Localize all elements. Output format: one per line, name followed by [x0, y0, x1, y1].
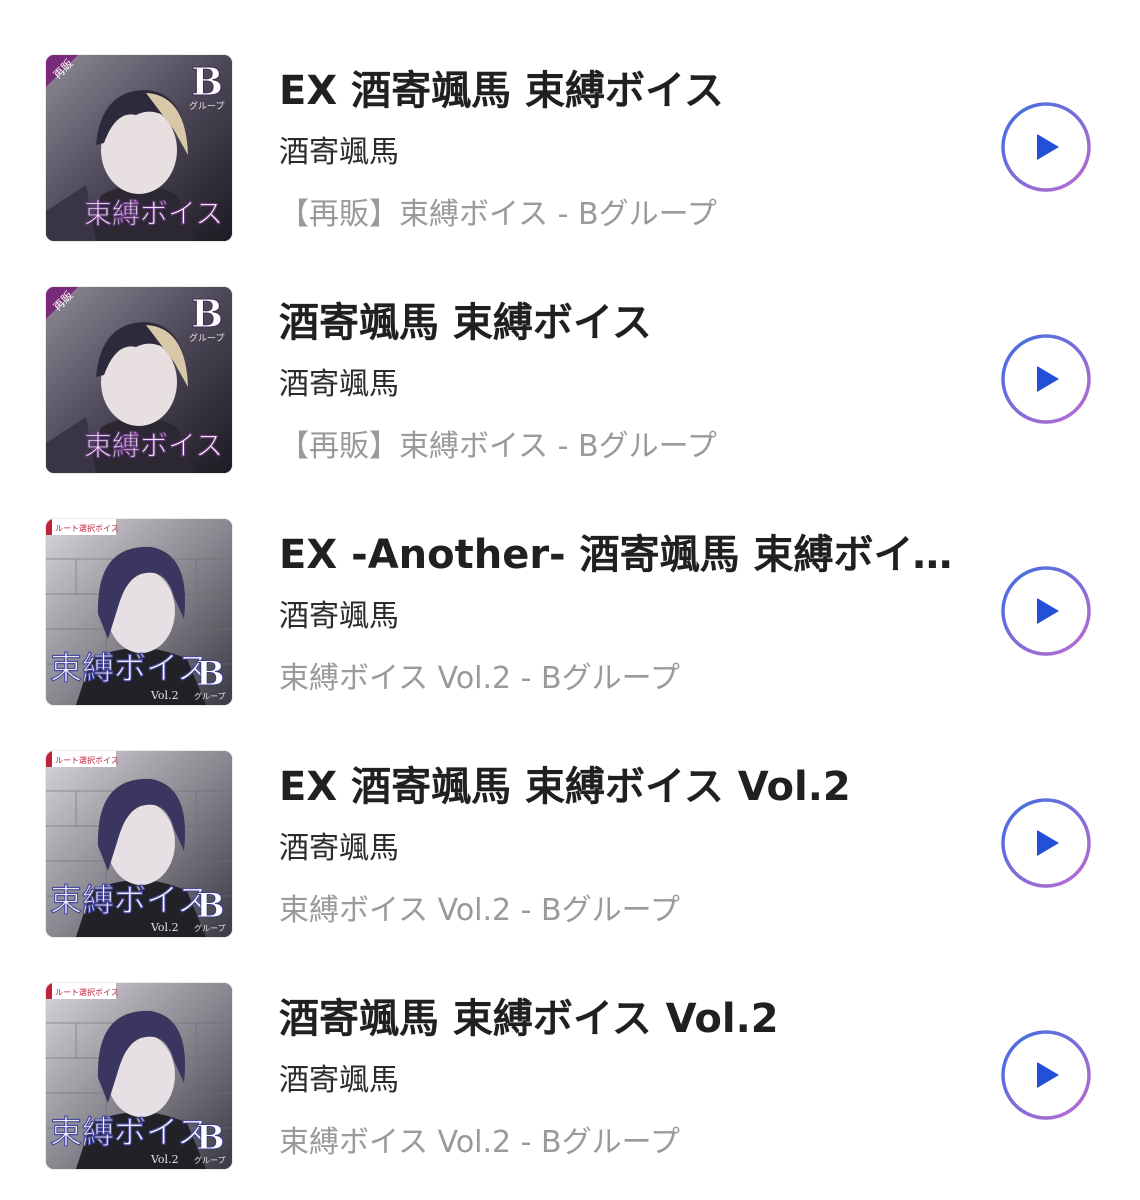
track-artist: 酒寄颯馬	[279, 367, 399, 402]
track-title: EX 酒寄颯馬 束縛ボイス Vol.2	[279, 764, 851, 810]
vol-label: Vol.2	[150, 921, 179, 934]
track-row[interactable]: ルート選択ボイス 束縛ボイス Vol.2 B グループ 酒寄颯馬 束縛ボイス V…	[0, 983, 1140, 1183]
album-artwork: ルート選択ボイス 束縛ボイス Vol.2 B グループ	[46, 519, 232, 705]
track-album: 束縛ボイス Vol.2 - Bグループ	[279, 661, 680, 696]
group-label: グループ	[189, 332, 224, 344]
track-artist: 酒寄颯馬	[279, 1063, 399, 1098]
group-letter: B	[196, 654, 225, 694]
play-icon	[1001, 1030, 1091, 1120]
group-label: グループ	[194, 923, 226, 933]
track-row[interactable]: ルート選択ボイス 束縛ボイス Vol.2 B グループ EX 酒寄颯馬 束縛ボイ…	[0, 751, 1140, 951]
logo-text: 束縛ボイス	[50, 881, 209, 919]
track-album: 【再販】束縛ボイス - Bグループ	[279, 429, 717, 464]
album-artwork: ルート選択ボイス 束縛ボイス Vol.2 B グループ	[46, 751, 232, 937]
play-button[interactable]	[1000, 797, 1092, 889]
route-badge-text: ルート選択ボイス	[55, 523, 119, 533]
group-label: グループ	[194, 691, 226, 701]
play-icon	[1001, 566, 1091, 656]
track-artist: 酒寄颯馬	[279, 135, 399, 170]
album-artwork: 再販 B グループ 束縛ボイス	[46, 287, 232, 473]
album-artwork: 再販 B グループ 束縛ボイス	[46, 55, 232, 241]
group-letter: B	[196, 1118, 225, 1158]
track-artist: 酒寄颯馬	[279, 831, 399, 866]
logo-text: 束縛ボイス	[50, 649, 209, 687]
vol-label: Vol.2	[150, 1153, 179, 1166]
track-album: 【再販】束縛ボイス - Bグループ	[279, 197, 717, 232]
play-button[interactable]	[1000, 333, 1092, 425]
logo-text: 束縛ボイス	[50, 1113, 209, 1151]
track-title: EX 酒寄颯馬 束縛ボイス	[279, 68, 724, 114]
album-artwork: ルート選択ボイス 束縛ボイス Vol.2 B グループ	[46, 983, 232, 1169]
track-title: EX -Another- 酒寄颯馬 束縛ボイス Vol.2	[279, 532, 954, 578]
route-badge-text: ルート選択ボイス	[55, 987, 119, 997]
group-letter: B	[196, 886, 225, 926]
route-badge-text: ルート選択ボイス	[55, 755, 119, 765]
play-icon	[1001, 798, 1091, 888]
track-row[interactable]: ルート選択ボイス 束縛ボイス Vol.2 B グループ EX -Another-…	[0, 519, 1140, 719]
track-row[interactable]: 再販 B グループ 束縛ボイス EX 酒寄颯馬 束縛ボイス 酒寄颯馬 【再販】束…	[0, 55, 1140, 255]
track-list: 再販 B グループ 束縛ボイス EX 酒寄颯馬 束縛ボイス 酒寄颯馬 【再販】束…	[0, 0, 1140, 1200]
play-button[interactable]	[1000, 565, 1092, 657]
track-title: 酒寄颯馬 束縛ボイス Vol.2	[279, 996, 779, 1042]
play-button[interactable]	[1000, 1029, 1092, 1121]
group-letter: B	[191, 59, 223, 104]
group-letter: B	[191, 291, 223, 336]
logo-text: 束縛ボイス	[84, 429, 223, 462]
vol-label: Vol.2	[150, 689, 179, 702]
play-button[interactable]	[1000, 101, 1092, 193]
group-label: グループ	[194, 1155, 226, 1165]
track-album: 束縛ボイス Vol.2 - Bグループ	[279, 893, 680, 928]
track-album: 束縛ボイス Vol.2 - Bグループ	[279, 1125, 680, 1160]
group-label: グループ	[189, 100, 224, 112]
logo-text: 束縛ボイス	[84, 197, 223, 230]
track-title: 酒寄颯馬 束縛ボイス	[279, 300, 652, 346]
play-icon	[1001, 102, 1091, 192]
play-icon	[1001, 334, 1091, 424]
track-row[interactable]: 再販 B グループ 束縛ボイス 酒寄颯馬 束縛ボイス 酒寄颯馬 【再販】束縛ボイ…	[0, 287, 1140, 487]
track-artist: 酒寄颯馬	[279, 599, 399, 634]
